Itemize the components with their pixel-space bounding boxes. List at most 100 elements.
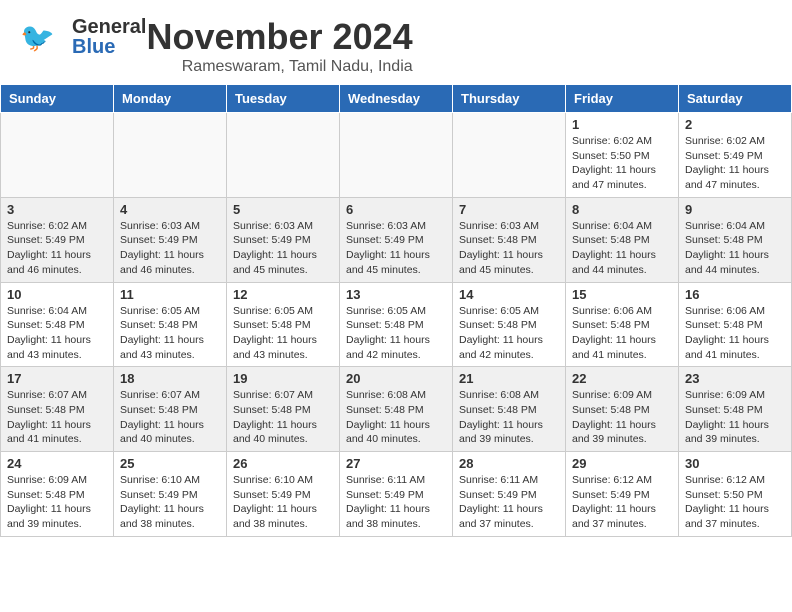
- day-number: 7: [459, 202, 559, 217]
- day-info: Sunrise: 6:07 AM Sunset: 5:48 PM Dayligh…: [7, 388, 107, 447]
- day-info: Sunrise: 6:04 AM Sunset: 5:48 PM Dayligh…: [572, 219, 672, 278]
- day-number: 28: [459, 456, 559, 471]
- day-cell: 1 Sunrise: 6:02 AM Sunset: 5:50 PM Daylig…: [566, 113, 679, 198]
- weekday-header-thursday: Thursday: [453, 85, 566, 113]
- day-cell: 23 Sunrise: 6:09 AM Sunset: 5:48 PM Dayli…: [679, 367, 792, 452]
- day-number: 25: [120, 456, 220, 471]
- day-number: 22: [572, 371, 672, 386]
- day-info: Sunrise: 6:02 AM Sunset: 5:50 PM Dayligh…: [572, 134, 672, 193]
- day-cell: 27 Sunrise: 6:11 AM Sunset: 5:49 PM Dayli…: [340, 452, 453, 537]
- day-info: Sunrise: 6:05 AM Sunset: 5:48 PM Dayligh…: [233, 304, 333, 363]
- day-number: 5: [233, 202, 333, 217]
- day-info: Sunrise: 6:03 AM Sunset: 5:49 PM Dayligh…: [233, 219, 333, 278]
- day-cell: 30 Sunrise: 6:12 AM Sunset: 5:50 PM Dayli…: [679, 452, 792, 537]
- day-number: 9: [685, 202, 785, 217]
- day-number: 20: [346, 371, 446, 386]
- day-info: Sunrise: 6:05 AM Sunset: 5:48 PM Dayligh…: [459, 304, 559, 363]
- week-row-5: 24Sunrise: 6:09 AM Sunset: 5:48 PM Dayli…: [1, 452, 792, 537]
- day-cell: [453, 113, 566, 198]
- calendar: SundayMondayTuesdayWednesdayThursdayFrid…: [0, 84, 792, 537]
- day-number: 27: [346, 456, 446, 471]
- day-cell: 9 Sunrise: 6:04 AM Sunset: 5:48 PM Daylig…: [679, 197, 792, 282]
- day-info: Sunrise: 6:09 AM Sunset: 5:48 PM Dayligh…: [572, 388, 672, 447]
- day-info: Sunrise: 6:06 AM Sunset: 5:48 PM Dayligh…: [572, 304, 672, 363]
- week-row-2: 3Sunrise: 6:02 AM Sunset: 5:49 PM Daylig…: [1, 197, 792, 282]
- day-cell: 2Sunrise: 6:02 AM Sunset: 5:49 PM Daylig…: [679, 113, 792, 198]
- day-number: 21: [459, 371, 559, 386]
- day-number: 15: [572, 287, 672, 302]
- day-cell: 6 Sunrise: 6:03 AM Sunset: 5:49 PM Daylig…: [340, 197, 453, 282]
- day-cell: 25 Sunrise: 6:10 AM Sunset: 5:49 PM Dayli…: [114, 452, 227, 537]
- day-cell: 3Sunrise: 6:02 AM Sunset: 5:49 PM Daylig…: [1, 197, 114, 282]
- day-number: 8: [572, 202, 672, 217]
- week-row-1: 1 Sunrise: 6:02 AM Sunset: 5:50 PM Daylig…: [1, 113, 792, 198]
- weekday-header-tuesday: Tuesday: [227, 85, 340, 113]
- day-cell: 14 Sunrise: 6:05 AM Sunset: 5:48 PM Dayli…: [453, 282, 566, 367]
- day-cell: [114, 113, 227, 198]
- header: 🐦 General Blue November 2024 Rameswaram,…: [0, 0, 792, 84]
- title-section: November 2024 Rameswaram, Tamil Nadu, In…: [146, 16, 412, 76]
- day-number: 26: [233, 456, 333, 471]
- day-cell: 17 Sunrise: 6:07 AM Sunset: 5:48 PM Dayli…: [1, 367, 114, 452]
- logo-blue: Blue: [72, 36, 115, 58]
- day-cell: 22 Sunrise: 6:09 AM Sunset: 5:48 PM Dayli…: [566, 367, 679, 452]
- day-number: 1: [572, 117, 672, 132]
- day-cell: 5 Sunrise: 6:03 AM Sunset: 5:49 PM Daylig…: [227, 197, 340, 282]
- day-cell: 8 Sunrise: 6:04 AM Sunset: 5:48 PM Daylig…: [566, 197, 679, 282]
- weekday-header-wednesday: Wednesday: [340, 85, 453, 113]
- day-cell: 12 Sunrise: 6:05 AM Sunset: 5:48 PM Dayli…: [227, 282, 340, 367]
- day-info: Sunrise: 6:11 AM Sunset: 5:49 PM Dayligh…: [459, 473, 559, 532]
- logo-text: General Blue: [72, 16, 146, 58]
- day-info: Sunrise: 6:05 AM Sunset: 5:48 PM Dayligh…: [120, 304, 220, 363]
- day-cell: 13 Sunrise: 6:05 AM Sunset: 5:48 PM Dayli…: [340, 282, 453, 367]
- day-info: Sunrise: 6:09 AM Sunset: 5:48 PM Dayligh…: [685, 388, 785, 447]
- logo-bird-icon: 🐦: [20, 17, 68, 57]
- day-info: Sunrise: 6:06 AM Sunset: 5:48 PM Dayligh…: [685, 304, 785, 363]
- day-number: 16: [685, 287, 785, 302]
- weekday-header-friday: Friday: [566, 85, 679, 113]
- day-number: 4: [120, 202, 220, 217]
- day-number: 14: [459, 287, 559, 302]
- day-info: Sunrise: 6:08 AM Sunset: 5:48 PM Dayligh…: [346, 388, 446, 447]
- weekday-header-row: SundayMondayTuesdayWednesdayThursdayFrid…: [1, 85, 792, 113]
- day-info: Sunrise: 6:03 AM Sunset: 5:49 PM Dayligh…: [120, 219, 220, 278]
- day-cell: 26Sunrise: 6:10 AM Sunset: 5:49 PM Dayli…: [227, 452, 340, 537]
- day-info: Sunrise: 6:02 AM Sunset: 5:49 PM Dayligh…: [685, 134, 785, 193]
- day-cell: [1, 113, 114, 198]
- day-info: Sunrise: 6:03 AM Sunset: 5:49 PM Dayligh…: [346, 219, 446, 278]
- day-number: 23: [685, 371, 785, 386]
- day-cell: 16 Sunrise: 6:06 AM Sunset: 5:48 PM Dayli…: [679, 282, 792, 367]
- day-cell: [227, 113, 340, 198]
- location: Rameswaram, Tamil Nadu, India: [146, 58, 412, 76]
- day-info: Sunrise: 6:12 AM Sunset: 5:50 PM Dayligh…: [685, 473, 785, 532]
- day-number: 30: [685, 456, 785, 471]
- svg-text:🐦: 🐦: [20, 22, 55, 53]
- day-cell: 10 Sunrise: 6:04 AM Sunset: 5:48 PM Dayli…: [1, 282, 114, 367]
- day-cell: [340, 113, 453, 198]
- month-title: November 2024: [146, 16, 412, 58]
- day-cell: 28 Sunrise: 6:11 AM Sunset: 5:49 PM Dayli…: [453, 452, 566, 537]
- day-info: Sunrise: 6:09 AM Sunset: 5:48 PM Dayligh…: [7, 473, 107, 532]
- day-info: Sunrise: 6:11 AM Sunset: 5:49 PM Dayligh…: [346, 473, 446, 532]
- day-info: Sunrise: 6:04 AM Sunset: 5:48 PM Dayligh…: [685, 219, 785, 278]
- day-number: 12: [233, 287, 333, 302]
- day-info: Sunrise: 6:10 AM Sunset: 5:49 PM Dayligh…: [120, 473, 220, 532]
- week-row-4: 17 Sunrise: 6:07 AM Sunset: 5:48 PM Dayli…: [1, 367, 792, 452]
- day-number: 13: [346, 287, 446, 302]
- day-info: Sunrise: 6:05 AM Sunset: 5:48 PM Dayligh…: [346, 304, 446, 363]
- weekday-header-monday: Monday: [114, 85, 227, 113]
- day-info: Sunrise: 6:03 AM Sunset: 5:48 PM Dayligh…: [459, 219, 559, 278]
- day-number: 17: [7, 371, 107, 386]
- day-number: 11: [120, 287, 220, 302]
- weekday-header-saturday: Saturday: [679, 85, 792, 113]
- day-cell: 19Sunrise: 6:07 AM Sunset: 5:48 PM Dayli…: [227, 367, 340, 452]
- day-number: 6: [346, 202, 446, 217]
- week-row-3: 10 Sunrise: 6:04 AM Sunset: 5:48 PM Dayli…: [1, 282, 792, 367]
- weekday-header-sunday: Sunday: [1, 85, 114, 113]
- day-cell: 7 Sunrise: 6:03 AM Sunset: 5:48 PM Daylig…: [453, 197, 566, 282]
- day-info: Sunrise: 6:12 AM Sunset: 5:49 PM Dayligh…: [572, 473, 672, 532]
- day-number: 10: [7, 287, 107, 302]
- day-cell: 11 Sunrise: 6:05 AM Sunset: 5:48 PM Dayli…: [114, 282, 227, 367]
- day-cell: 4 Sunrise: 6:03 AM Sunset: 5:49 PM Daylig…: [114, 197, 227, 282]
- day-info: Sunrise: 6:04 AM Sunset: 5:48 PM Dayligh…: [7, 304, 107, 363]
